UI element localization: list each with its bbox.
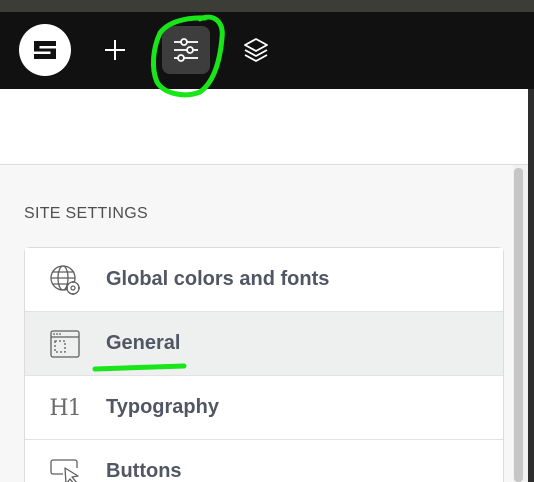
settings-item-label: Buttons bbox=[106, 460, 182, 482]
settings-item-label: Typography bbox=[106, 396, 219, 418]
settings-item-general[interactable]: General bbox=[25, 312, 503, 376]
top-toolbar bbox=[0, 12, 534, 89]
h1-glyph: H1 bbox=[49, 395, 81, 421]
settings-item-typography[interactable]: H1 Typography bbox=[25, 376, 503, 440]
settings-item-buttons[interactable]: Buttons bbox=[25, 440, 503, 482]
settings-item-global-colors-fonts[interactable]: Global colors and fonts bbox=[25, 248, 503, 312]
settings-list: Global colors and fonts General H1 Typog bbox=[24, 247, 504, 482]
site-settings-button[interactable] bbox=[162, 26, 210, 74]
site-settings-panel: SITE SETTINGS Global colors and fonts Ge… bbox=[0, 89, 528, 482]
plus-icon bbox=[105, 40, 125, 60]
brand-logo-icon bbox=[34, 41, 56, 59]
brand-logo[interactable] bbox=[19, 24, 71, 76]
layers-icon bbox=[244, 38, 268, 62]
add-button[interactable] bbox=[91, 26, 139, 74]
window-edge bbox=[528, 89, 534, 482]
section-title: SITE SETTINGS bbox=[24, 205, 148, 222]
sliders-icon bbox=[174, 38, 198, 62]
cursor-click-icon bbox=[49, 456, 81, 482]
settings-item-label: Global colors and fonts bbox=[106, 268, 330, 290]
browser-window-icon bbox=[49, 328, 81, 360]
h1-icon: H1 bbox=[49, 392, 81, 424]
scrollbar-thumb[interactable] bbox=[514, 168, 523, 482]
settings-item-label: General bbox=[106, 332, 181, 354]
window-top-strip bbox=[0, 0, 534, 12]
panel-header bbox=[0, 89, 528, 165]
layers-button[interactable] bbox=[232, 26, 280, 74]
globe-settings-icon bbox=[49, 264, 81, 296]
